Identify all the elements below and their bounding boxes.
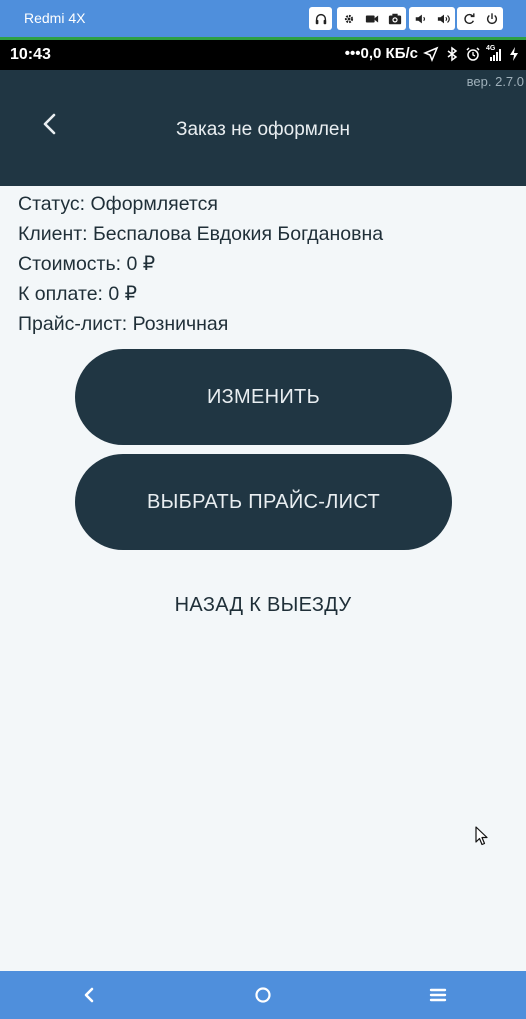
android-status-bar: 10:43 •••0,0 КБ/с 4G [0,40,526,70]
volume-control-group [409,7,455,30]
change-button[interactable]: ИЗМЕНИТЬ [75,349,452,445]
choose-price-list-button[interactable]: ВЫБРАТЬ ПРАЙС-ЛИСТ [75,454,452,550]
nav-menu-button[interactable] [424,981,452,1009]
status-time: 10:43 [10,46,51,63]
order-info: Статус: Оформляется Клиент: Беспалова Ев… [18,191,383,341]
order-price-list: Прайс-лист: Розничная [18,313,229,335]
nav-back-button[interactable] [75,981,103,1009]
device-name: Redmi 4X [24,10,86,26]
nav-home-icon [255,987,271,1003]
page-title: Заказ не оформлен [176,119,350,140]
gear-icon[interactable] [337,7,360,30]
nav-menu-icon [429,988,447,1002]
app-header: вер. 2.7.0 Заказ не оформлен [0,70,526,186]
power-icon[interactable] [480,7,503,30]
back-to-trip-button[interactable]: НАЗАД К ВЫЕЗДУ [0,594,526,617]
volume-down-icon[interactable] [409,7,432,30]
order-status: Статус: Оформляется [18,193,218,215]
network-speed: •••0,0 КБ/с [344,45,418,62]
order-cost: Стоимость: 0 ₽ [18,253,156,275]
app-version: вер. 2.7.0 [466,74,524,89]
rotate-icon[interactable] [457,7,480,30]
volume-up-icon[interactable] [432,7,455,30]
network-type: 4G [486,44,496,52]
system-control-group [457,7,503,30]
more-dots-icon: ••• [344,45,361,62]
nav-back-icon [84,987,94,1003]
location-icon [423,46,439,62]
media-control-group [337,7,406,30]
order-client: Клиент: Беспалова Евдокия Богдановна [18,223,384,245]
alarm-icon [466,46,480,61]
emulator-title-bar: Redmi 4X [0,0,526,37]
signal-icon: 4G [486,44,501,61]
order-to-pay: К оплате: 0 ₽ [18,283,138,305]
video-icon[interactable] [360,7,383,30]
status-indicators: •••0,0 КБ/с 4G [345,45,522,62]
bluetooth-icon [447,46,458,61]
charging-icon [510,46,518,61]
camera-icon[interactable] [383,7,406,30]
audio-control-group [309,7,332,30]
headphones-icon[interactable] [309,7,332,30]
nav-home-button[interactable] [249,981,277,1009]
android-nav-bar [0,971,526,1019]
mouse-cursor-icon [475,826,488,846]
